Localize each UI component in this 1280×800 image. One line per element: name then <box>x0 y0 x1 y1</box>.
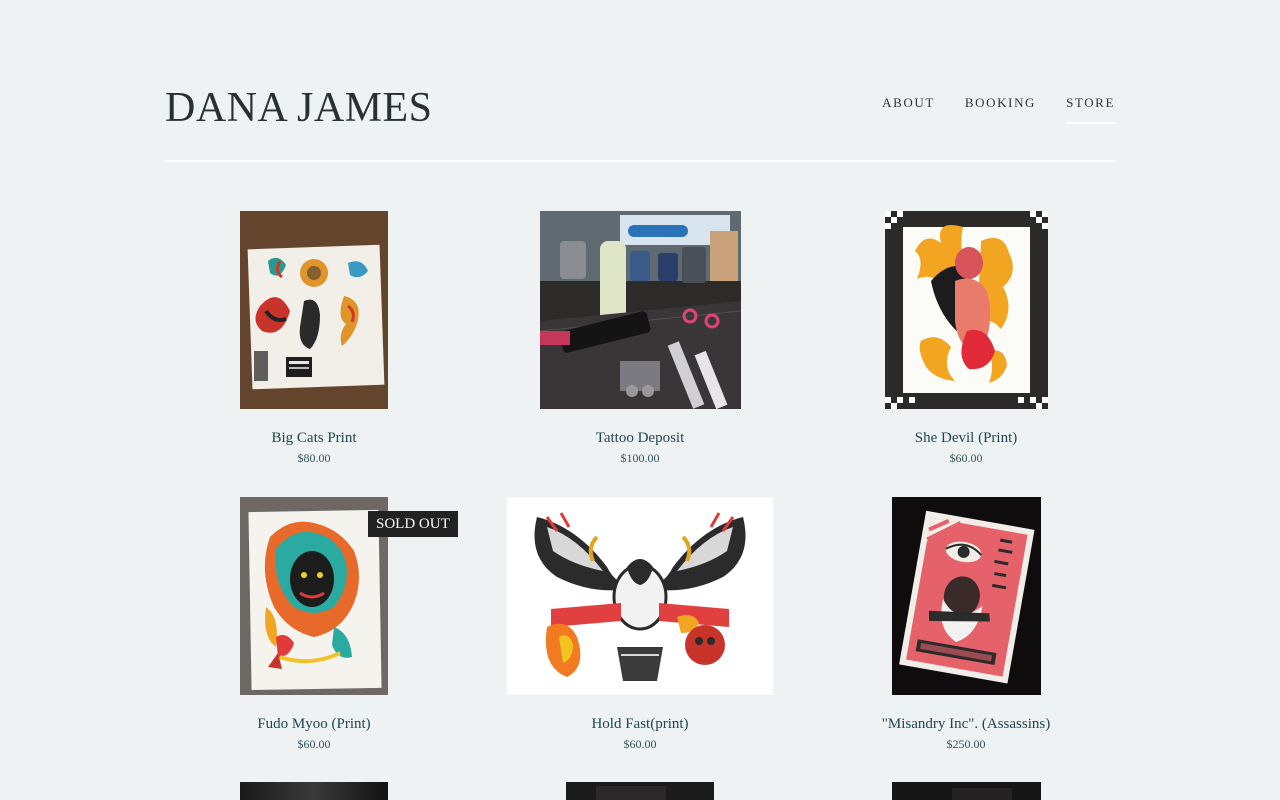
sold-out-badge: SOLD OUT <box>368 511 458 537</box>
nav-store[interactable]: STORE <box>1066 95 1115 124</box>
product-image[interactable] <box>240 497 388 695</box>
product-card[interactable]: Big Cats Print $80.00 <box>164 211 464 471</box>
product-image[interactable] <box>240 211 388 409</box>
product-image[interactable] <box>885 211 1048 409</box>
product-name[interactable]: Tattoo Deposit <box>490 429 790 447</box>
eagle-flash-image <box>507 497 773 695</box>
product-price: $60.00 <box>623 737 657 751</box>
product-price: $80.00 <box>297 451 331 465</box>
product-card[interactable]: Tattoo Deposit $100.00 <box>490 211 790 471</box>
main-nav: ABOUT BOOKING STORE <box>882 95 1115 124</box>
product-thumbnail-image <box>240 782 388 800</box>
tattoo-machine-image <box>540 211 741 409</box>
product-image[interactable] <box>240 782 388 800</box>
product-card[interactable]: She Devil (Print) $60.00 <box>816 211 1116 471</box>
product-card[interactable]: SOLD OUT Fudo Myoo (Print) $60.00 <box>164 497 464 757</box>
product-name[interactable]: Big Cats Print <box>164 429 464 447</box>
product-name[interactable]: "Misandry Inc". (Assassins) <box>816 715 1116 733</box>
product-price: $100.00 <box>620 451 660 465</box>
product-price: $250.00 <box>946 737 986 751</box>
product-image[interactable] <box>892 497 1041 695</box>
product-card[interactable]: Hold Fast(print) $60.00 <box>490 497 790 757</box>
product-image[interactable] <box>566 782 714 800</box>
devil-girl-flash-image <box>885 211 1048 409</box>
nav-about[interactable]: ABOUT <box>882 95 935 124</box>
nav-booking[interactable]: BOOKING <box>965 95 1036 124</box>
fudo-myoo-flash-image <box>240 497 388 695</box>
product-card[interactable]: "Misandry Inc". (Assassins) $250.00 <box>816 497 1116 757</box>
product-name[interactable]: Hold Fast(print) <box>490 715 790 733</box>
product-image[interactable] <box>507 497 773 695</box>
product-image[interactable] <box>540 211 741 409</box>
product-name[interactable]: She Devil (Print) <box>816 429 1116 447</box>
product-price: $60.00 <box>297 737 331 751</box>
product-price: $60.00 <box>949 451 983 465</box>
product-image[interactable] <box>892 782 1041 800</box>
product-name[interactable]: Fudo Myoo (Print) <box>164 715 464 733</box>
site-title[interactable]: DANA JAMES <box>165 84 433 132</box>
product-thumbnail-image <box>566 782 714 800</box>
site-header: DANA JAMES ABOUT BOOKING STORE <box>165 0 1115 162</box>
misandry-flash-image <box>892 497 1041 695</box>
product-thumbnail-image <box>892 782 1041 800</box>
tattoo-flash-sheet-image <box>240 211 388 409</box>
